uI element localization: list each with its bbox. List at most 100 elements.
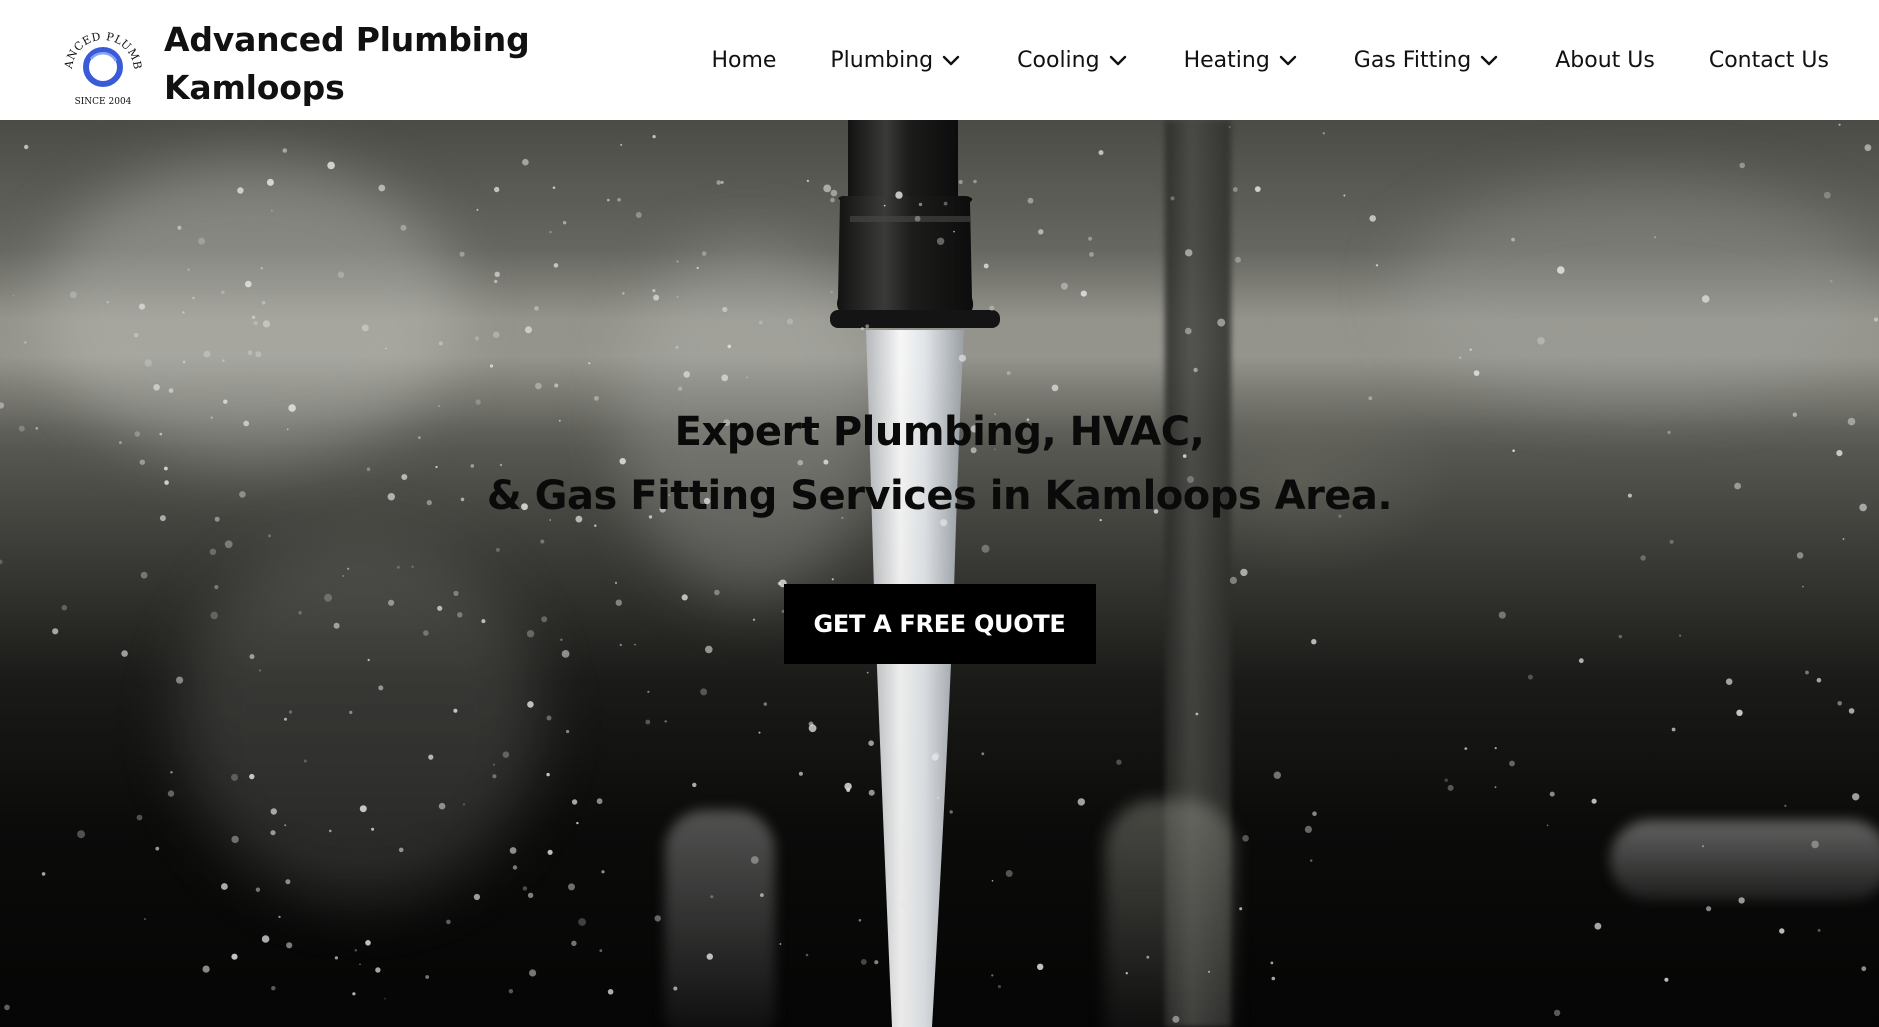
water-droplet — [525, 326, 532, 334]
water-droplet — [716, 180, 721, 185]
water-droplet — [898, 826, 903, 831]
water-droplet — [438, 802, 446, 810]
water-droplet — [865, 324, 870, 329]
water-droplet — [522, 158, 529, 166]
water-droplet — [1239, 907, 1243, 911]
water-droplet — [474, 336, 480, 341]
water-droplet — [1459, 356, 1462, 359]
nav-contact-us[interactable]: Contact Us — [1709, 48, 1829, 73]
water-droplet — [286, 942, 293, 949]
water-droplet — [1146, 955, 1150, 959]
water-droplet — [144, 359, 152, 367]
water-droplet — [991, 880, 994, 882]
water-droplet — [1242, 835, 1249, 842]
brand-line-1: Advanced Plumbing — [164, 20, 530, 59]
nav-plumbing[interactable]: Plumbing — [830, 48, 963, 73]
water-droplet — [1172, 1015, 1180, 1023]
water-droplet — [1784, 804, 1787, 807]
water-droplet — [1038, 229, 1044, 235]
water-droplet — [562, 221, 567, 225]
water-droplet — [918, 202, 923, 207]
water-droplet — [664, 720, 667, 723]
water-droplet — [187, 268, 191, 272]
water-droplet — [361, 324, 369, 332]
water-droplet — [446, 919, 451, 925]
water-droplet — [155, 846, 160, 851]
water-droplet — [143, 918, 147, 921]
water-droplet — [1848, 708, 1855, 714]
water-droplet — [385, 347, 387, 350]
hero-headline-line-2: & Gas Fitting Services in Kamloops Area. — [486, 473, 1393, 519]
water-droplet — [683, 371, 690, 378]
water-droplet — [607, 989, 614, 995]
water-droplet — [378, 685, 384, 691]
water-droplet — [258, 669, 261, 672]
water-droplet — [1273, 771, 1282, 779]
water-droplet — [182, 311, 185, 314]
water-droplet — [1838, 123, 1841, 126]
nav-gas-fitting[interactable]: Gas Fitting — [1354, 48, 1501, 73]
hero-headline: Expert Plumbing, HVAC, & Gas Fitting Ser… — [0, 400, 1879, 528]
water-droplet — [508, 989, 514, 994]
water-droplet — [4, 1004, 10, 1011]
water-droplet — [899, 901, 906, 908]
water-droplet — [1098, 150, 1104, 156]
water-droplet — [673, 986, 678, 991]
main-nav: Home Plumbing Cooling Heating Gas Fittin… — [711, 0, 1829, 120]
water-droplet — [493, 331, 500, 338]
water-droplet — [1193, 367, 1198, 373]
water-droplet — [706, 953, 713, 960]
water-droplet — [167, 790, 175, 797]
water-droplet — [620, 143, 623, 146]
water-droplet — [549, 230, 552, 234]
water-droplet — [727, 344, 732, 349]
water-droplet — [1027, 197, 1034, 204]
water-droplet — [384, 998, 386, 1000]
water-droplet — [1185, 327, 1192, 335]
water-droplet — [371, 827, 375, 831]
water-droplet — [303, 759, 307, 763]
water-droplet — [943, 201, 948, 206]
water-droplet — [168, 388, 174, 393]
water-droplet — [221, 290, 225, 295]
water-droplet — [607, 198, 610, 202]
logo-link[interactable]: ADVANCED PLUMBING SINCE 2004 Advanced Pl… — [58, 16, 530, 112]
nav-heating[interactable]: Heating — [1184, 48, 1300, 73]
water-droplet — [1322, 132, 1326, 135]
water-droplet — [1217, 318, 1226, 327]
water-droplet — [883, 204, 886, 207]
water-droplet — [1235, 256, 1241, 263]
nav-cooling[interactable]: Cooling — [1017, 48, 1129, 73]
water-droplet — [858, 919, 862, 922]
water-droplet — [337, 271, 345, 278]
brand-name[interactable]: Advanced Plumbing Kamloops — [164, 16, 530, 112]
water-droplet — [1837, 701, 1842, 706]
water-droplet — [911, 677, 914, 680]
water-droplet — [1864, 144, 1872, 152]
water-droplet — [459, 251, 465, 257]
water-droplet — [284, 717, 287, 721]
water-droplet — [1473, 370, 1480, 376]
water-droplet — [1553, 1009, 1561, 1017]
chevron-down-icon — [939, 48, 963, 72]
water-droplet — [378, 184, 386, 192]
nav-home[interactable]: Home — [711, 48, 776, 73]
water-droplet — [136, 814, 143, 821]
water-droplet — [253, 320, 258, 326]
nav-about-us[interactable]: About Us — [1555, 48, 1655, 73]
water-droplet — [874, 960, 879, 965]
water-droplet — [493, 763, 495, 766]
water-droplet — [696, 266, 699, 270]
water-droplet — [1509, 760, 1515, 767]
water-droplet — [830, 290, 833, 294]
water-droplet — [997, 985, 1002, 989]
water-droplet — [1811, 840, 1819, 849]
water-droplet — [177, 225, 182, 230]
free-quote-button[interactable]: GET A FREE QUOTE — [783, 584, 1096, 664]
water-droplet — [1312, 811, 1317, 816]
water-droplet — [198, 237, 206, 245]
water-droplet — [494, 279, 498, 284]
water-droplet — [914, 215, 921, 222]
water-droplet — [284, 824, 287, 827]
water-droplet — [41, 872, 46, 876]
